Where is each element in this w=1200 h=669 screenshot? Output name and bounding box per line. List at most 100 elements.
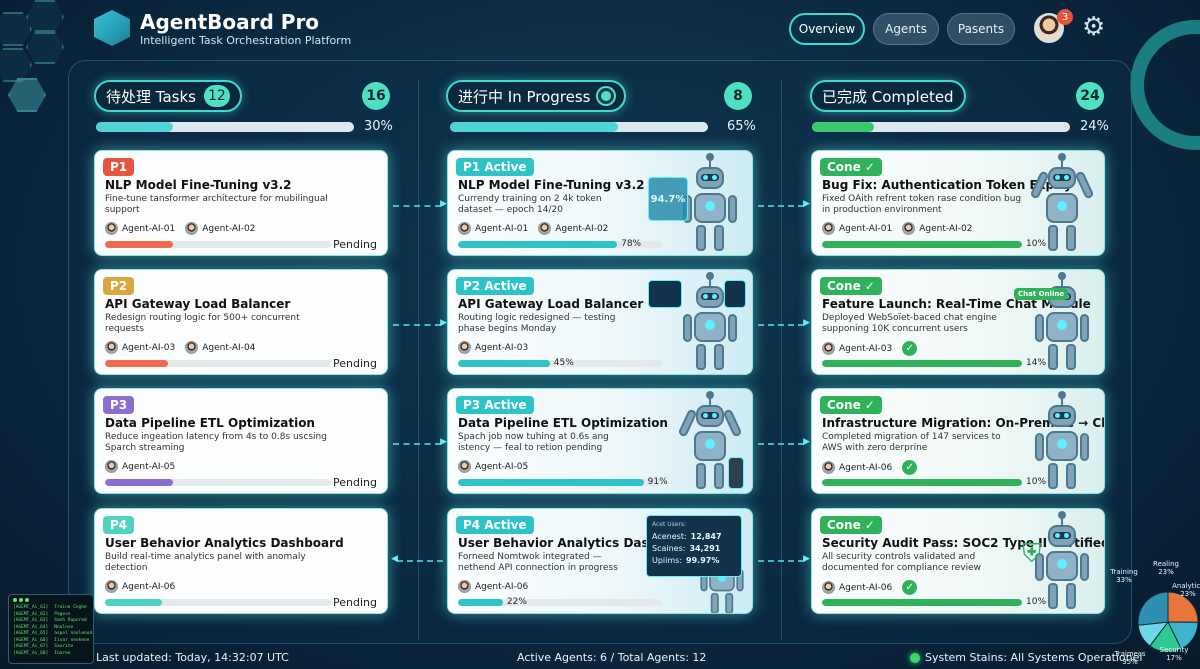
agent-chip[interactable]: Agent-AI-06 [105,580,175,593]
agent-chip[interactable]: Agent-AI-05 [105,460,175,473]
robot-part [710,593,719,613]
task-card-pending[interactable]: P3 Data Pipeline ETL Optimization Reduce i… [94,388,388,494]
robot-part [1057,559,1067,569]
last-updated-text: Last updated: Today, 14:32:07 UTC [96,651,289,664]
agent-log-terminal[interactable]: [AGEMT_Ai_61] Traine Cnghe [AGEMT_Ai_62] Pa… [8,594,94,664]
completed-total-badge: 24 [1076,82,1104,110]
task-progress-percent: 22% [506,597,527,607]
agent-chip[interactable]: Agent-AI-02 [185,222,255,235]
agent-chip[interactable]: Agent-AI-02 [902,222,972,235]
live-stats-panel: Acet Users: Acenest: 12,847 Scaines: 34,291 U… [646,515,742,577]
terminal-line: [AGEMT_Ai_68] Inaree [13,651,89,658]
task-card-active[interactable]: P1 Active NLP Model Fine-Tuning v3.2 Curre… [447,150,753,256]
task-card-completed[interactable]: Cone ✓ Security Audit Pass: SOC2 Type II C… [811,508,1105,614]
agent-chip[interactable]: Agent-AI-01 [822,222,892,235]
stats-row: Scaines: 34,291 [652,543,736,555]
robot-part [714,225,724,251]
pie-label-value: 17% [1166,654,1182,662]
priority-tag: P2 [103,277,135,295]
nav-overview-button[interactable]: Overview [789,13,865,45]
task-progress-bar [105,479,331,486]
column-divider [418,80,419,640]
check-icon: ✓ [864,279,875,293]
agent-chip[interactable]: Agent-AI-06 [822,580,892,595]
agent-name: Agent-AI-05 [122,461,176,472]
task-card-completed[interactable]: Cone ✓ Bug Fix: Authentication Token Expir… [811,150,1105,256]
done-tag: Cone ✓ [820,158,882,176]
agent-chip[interactable]: Agent-AI-03 [105,341,175,354]
task-description: Currendy training on 2 4k token dataset … [458,194,602,215]
task-card-completed[interactable]: Cone ✓ Infrastructure Migration: On-Premis… [811,388,1105,494]
agent-chip[interactable]: Agent-AI-02 [538,222,608,235]
robot-part [705,201,715,211]
agent-chip[interactable]: Agent-AI-04 [185,341,255,354]
nav-pasents-button[interactable]: Pasents [947,13,1015,45]
pending-progress-fill [96,122,174,132]
task-card-pending[interactable]: P2 API Gateway Load Balancer Redesign rout… [94,269,388,375]
robot-part [1080,314,1089,342]
gear-icon[interactable]: ⚙ [1082,12,1105,42]
column-header-completed[interactable]: 已完成 Completed [810,80,966,112]
in-progress-progress-fill [450,122,618,132]
column-header-in-progress[interactable]: 进行中 In Progress [446,80,627,112]
done-tag-label: Cone [827,398,861,412]
stats-value: 99.97% [686,556,720,565]
agent-name: Agent-AI-06 [839,582,893,593]
task-description: Spach job now tuhing at 0.6s ang istency… [458,432,609,453]
agent-name: Agent-AI-04 [202,342,256,353]
robot-part [1066,344,1076,370]
in-progress-total-badge: 8 [724,82,752,110]
robot-part [714,344,724,370]
check-icon: ✓ [864,160,875,174]
code-screen-icon [648,280,682,308]
agent-chip[interactable]: Agent-AI-06 [822,460,892,475]
task-title: API Gateway Load Balancer [458,297,644,311]
done-tag: Cone ✓ [820,277,882,295]
task-description: Redesign routing logic for 500+ concurre… [105,313,300,334]
flow-arrow [758,318,810,328]
task-progress-fill [822,360,1022,367]
robot-part [1080,553,1089,581]
nav-agents-button[interactable]: Agents [873,13,939,45]
task-card-active[interactable]: P2 Active API Gateway Load Balancer Routin… [447,269,753,375]
pie-label-name: Analytics [1172,582,1200,590]
pie-slice-traimecs[interactable] [1137,591,1169,626]
flow-arrow [393,437,447,447]
task-card-pending[interactable]: P1 NLP Model Fine-Tuning v3.2 Fine-tune ta… [94,150,388,256]
task-card-active[interactable]: P3 Active Data Pipeline ETL Optimization S… [447,388,753,494]
assigned-agents: Agent-AI-03 ✓ [822,341,918,356]
stats-label: Scaines: [652,544,686,553]
agent-name: Agent-AI-02 [202,223,256,234]
robot-part [714,463,724,489]
column-header-pending[interactable]: 待处理 Tasks 12 [94,80,242,112]
agent-avatar [458,460,471,473]
agent-name: Agent-AI-06 [475,581,529,592]
stats-value: 12,847 [690,532,722,541]
agent-chip[interactable]: Agent-AI-01 [105,222,175,235]
agent-chip[interactable]: Agent-AI-05 [458,460,528,473]
task-progress-bar [105,360,331,367]
agent-name: Agent-AI-01 [475,223,529,234]
agent-chip[interactable]: Agent-AI-03 [822,341,892,356]
agent-avatar [185,341,199,354]
completed-progress-bar [812,122,1070,132]
task-card-pending[interactable]: P4 User Behavior Analytics Dashboard Build… [94,508,388,614]
agent-name: Agent-AI-03 [475,342,529,353]
hexagon-logo-icon [94,10,130,46]
notification-badge: 3 [1057,9,1073,25]
pie-label-name: Realing [1153,560,1179,568]
agent-avatar [538,222,552,235]
agent-chip[interactable]: Agent-AI-03 [458,341,528,354]
agent-avatar [105,222,118,235]
app-subtitle: Intelligent Task Orchestration Platform [140,34,352,47]
flow-arrow [393,318,447,328]
robot-part [701,174,719,181]
agent-chip[interactable]: Agent-AI-06 [458,580,528,593]
active-tag: P4 Active [456,516,534,534]
agent-chip[interactable]: Agent-AI-01 [458,222,528,235]
robot-part [677,408,698,438]
assigned-agents: Agent-AI-01 Agent-AI-02 [822,222,972,235]
robot-part [1057,201,1067,211]
task-card-completed[interactable]: Cone ✓ Feature Launch: Real-Time Chat Modu… [811,269,1105,375]
task-card-active[interactable]: P4 Active User Behavior Analytics Dashboa… [447,508,753,614]
